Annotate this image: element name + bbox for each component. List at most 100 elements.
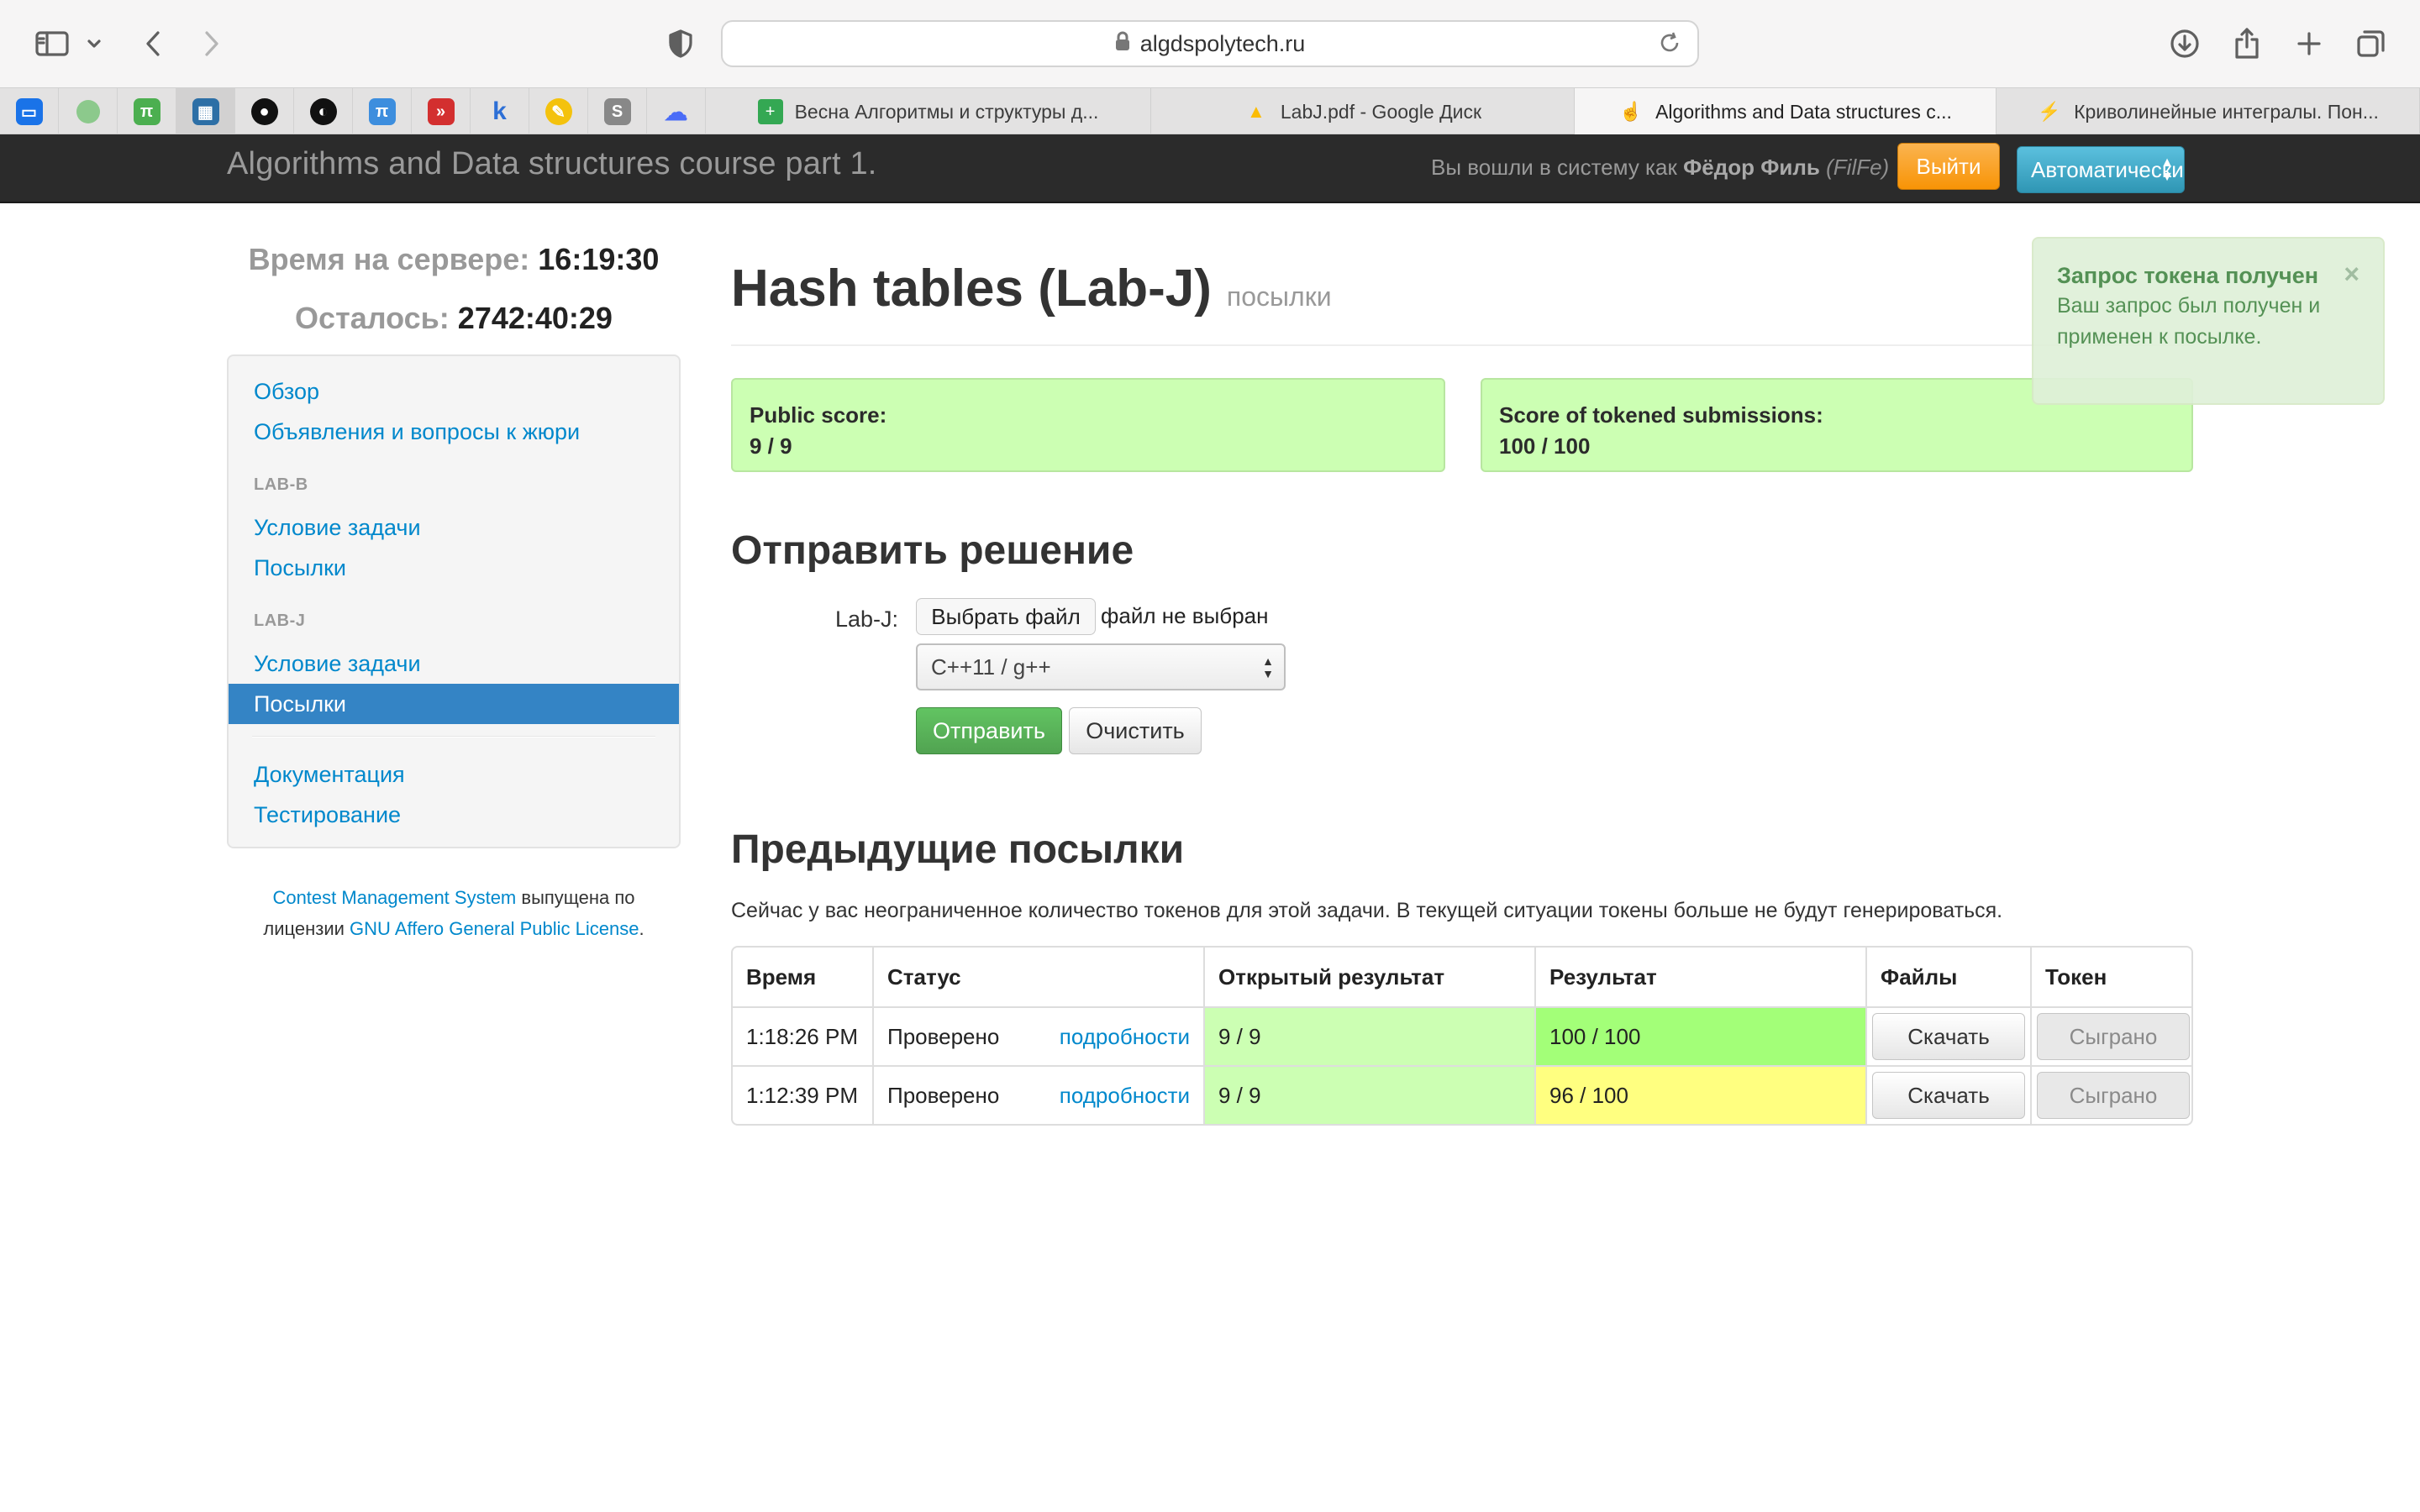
lightning-icon: ⚡ [2038,101,2061,122]
clear-button[interactable]: Очистить [1069,707,1202,754]
tab-algorithms-course[interactable]: ☝ Algorithms and Data structures c... [1575,88,1996,135]
github-icon: ● [250,98,278,125]
remaining-value: 2742:40:29 [457,301,613,335]
details-link[interactable]: подробности [1060,1024,1190,1050]
remaining-label: Осталось: [295,301,450,335]
token-played-button: Сыграно [2037,1013,2190,1060]
choose-file-button[interactable]: Выбрать файл [916,598,1096,635]
pinned-tab[interactable]: ☁ [647,88,706,135]
pinned-tab[interactable]: » [412,88,471,135]
nav-header-lab-j: LAB-J [254,612,306,630]
google-drive-icon: ▲ [1246,101,1265,122]
file-label: Lab-J: [835,606,899,632]
tab-label: LabJ.pdf - Google Диск [1280,100,1482,123]
details-link[interactable]: подробности [1060,1083,1190,1109]
language-select[interactable]: Автоматически ▲ ▼ [2017,146,2185,193]
pinned-tab[interactable]: S [588,88,647,135]
nav-announcements[interactable]: Объявления и вопросы к жюри [229,412,679,452]
license-link[interactable]: GNU Affero General Public License [350,918,639,939]
sidebar-toggle-icon[interactable] [30,22,74,66]
column-header-token: Токен [2030,948,2191,1006]
select-arrows-icon: ▲ ▼ [1262,654,1274,680]
column-header-status: Статус [872,948,1203,1006]
column-header-result: Результат [1534,948,1865,1006]
page-title-text: Hash tables (Lab-J) [731,260,1212,318]
footer-text: выпущена по [521,887,635,908]
url-text: algdspolytech.ru [1139,30,1306,56]
nav-documentation[interactable]: Документация [229,754,679,795]
cms-link[interactable]: Contest Management System [272,887,516,908]
pinned-tab[interactable]: ▭ [0,88,59,135]
column-header-files: Файлы [1865,948,2030,1006]
column-header-time: Время [746,963,817,990]
forward-icon[interactable] [190,22,234,66]
new-tab-icon[interactable] [2287,22,2331,66]
token-cell: Сыграно [2030,1067,2191,1124]
bird-icon: ☁ [664,98,688,125]
submission-status-cell: Проверено подробности [872,1008,1203,1065]
pinned-tab[interactable]: ▦ [176,88,235,135]
nav-testing[interactable]: Тестирование [229,795,679,835]
language-dropdown[interactable]: C++11 / g++ ▲ ▼ [916,643,1286,690]
tab-label: Криволинейные интегралы. Пон... [2074,100,2379,123]
reload-icon[interactable] [1659,32,1681,60]
tab-algorithms-sheet[interactable]: + Весна Алгоритмы и структуры д... [706,88,1151,135]
public-score-value: 9 / 9 [750,433,792,459]
site-navbar: Algorithms and Data structures course pa… [0,134,2420,203]
nav-header-lab-b: LAB-B [254,475,308,494]
pinned-tab[interactable]: ● [235,88,294,135]
privacy-shield-icon[interactable] [659,22,702,66]
lock-icon [1115,31,1130,57]
pinned-tab[interactable] [59,88,118,135]
download-button[interactable]: Скачать [1872,1072,2025,1119]
pinned-tab[interactable]: π [353,88,412,135]
k-letter-icon: k [492,97,507,125]
nav-lab-b-statement[interactable]: Условие задачи [229,507,679,548]
files-cell: Скачать [1865,1008,2030,1065]
site-brand[interactable]: Algorithms and Data structures course pa… [227,146,877,182]
public-result: 9 / 9 [1203,1067,1534,1124]
swirl-icon: ◐ [309,98,337,125]
nav-lab-j-statement[interactable]: Условие задачи [229,643,679,684]
pinned-tab[interactable]: ◐ [294,88,353,135]
pi-icon: π [133,98,160,125]
files-cell: Скачать [1865,1067,2030,1124]
sidebar-nav: Обзор Объявления и вопросы к жюри LAB-B … [227,354,681,848]
page-subtitle: посылки [1226,281,1332,312]
tab-google-drive[interactable]: ▲ LabJ.pdf - Google Диск [1151,88,1575,135]
pinned-tab[interactable]: π [118,88,176,135]
submit-button[interactable]: Отправить [916,707,1062,754]
nav-overview[interactable]: Обзор [229,371,679,412]
previous-submissions-heading: Предыдущие посылки [731,827,1185,872]
footer-dot: . [639,918,644,939]
tokens-note: Сейчас у вас неограниченное количество т… [731,899,2003,922]
nav-divider [252,736,655,738]
logged-in-info: Вы вошли в систему как Фёдор Филь (FilFe… [1431,155,1889,181]
share-icon[interactable] [2225,22,2269,66]
select-arrows-icon: ▲ ▼ [2160,155,2174,184]
token-notification: Запрос токена получен Ваш запрос был пол… [2032,237,2385,405]
nav-lab-j-submissions[interactable]: Посылки [229,684,679,724]
token-cell: Сыграно [2030,1008,2191,1065]
tab-integrals[interactable]: ⚡ Криволинейные интегралы. Пон... [1996,88,2420,135]
no-file-text: файл не выбран [1101,603,1269,628]
public-score-label: Public score: [750,402,887,428]
logout-button[interactable]: Выйти [1897,143,2000,190]
chevron-down-icon[interactable] [77,22,111,66]
total-result: 96 / 100 [1534,1067,1865,1124]
tab-overview-icon[interactable] [2349,22,2393,66]
nav-lab-b-submissions[interactable]: Посылки [229,548,679,588]
table-row: 1:18:26 PM Проверено подробности 9 / 9 1… [733,1006,2191,1065]
download-button[interactable]: Скачать [1872,1013,2025,1060]
pinned-tab[interactable]: ✎ [529,88,588,135]
address-bar[interactable]: algdspolytech.ru [721,20,1699,67]
downloads-icon[interactable] [2163,22,2207,66]
time-remaining: Осталось: 2742:40:29 [227,301,681,336]
notification-title: Запрос токена получен [2057,263,2319,288]
pinned-tab[interactable]: k [471,88,529,135]
logged-prefix: Вы вошли в систему как [1431,155,1677,180]
back-icon[interactable] [131,22,175,66]
close-icon[interactable]: × [2344,259,2360,290]
pi-icon: π [368,98,396,125]
submission-time: 1:18:26 PM [746,1023,858,1049]
